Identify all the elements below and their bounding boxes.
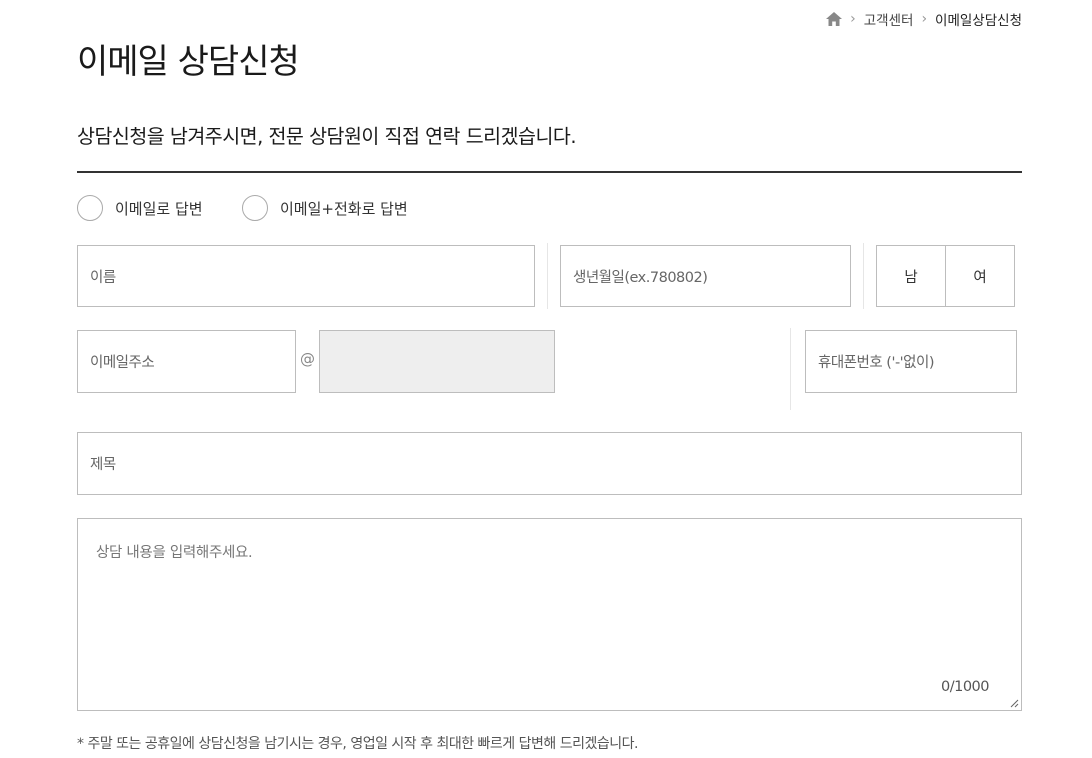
- gender-male-button[interactable]: 남: [877, 246, 945, 306]
- gender-toggle: 남 여: [876, 245, 1015, 307]
- phone-field[interactable]: 휴대폰번호 ('-'없이): [805, 330, 1017, 393]
- subject-field[interactable]: 제목: [77, 432, 1022, 495]
- resize-handle-icon[interactable]: [1009, 698, 1019, 708]
- weekend-notice: * 주말 또는 공휴일에 상담신청을 남기시는 경우, 영업일 시작 후 최대한…: [77, 736, 638, 752]
- at-symbol: @: [300, 350, 315, 368]
- radio-reply-email[interactable]: 이메일로 답변: [77, 194, 203, 222]
- column-divider: [790, 328, 791, 410]
- phone-placeholder: 휴대폰번호 ('-'없이): [818, 355, 935, 371]
- breadcrumb: › 고객센터 › 이메일상담신청: [826, 8, 1022, 30]
- radio-label: 이메일로 답변: [115, 199, 203, 218]
- birthdate-field[interactable]: 생년월일(ex.780802): [560, 245, 851, 307]
- page-subtitle: 상담신청을 남겨주시면, 전문 상담원이 직접 연락 드리겠습니다.: [77, 125, 577, 148]
- subject-placeholder: 제목: [90, 457, 116, 473]
- radio-label: 이메일+전화로 답변: [280, 199, 408, 218]
- column-divider: [863, 243, 864, 309]
- column-divider: [547, 243, 548, 309]
- breadcrumb-customer-center[interactable]: 고객센터: [864, 9, 914, 29]
- radio-circle[interactable]: [242, 195, 268, 221]
- divider: [77, 171, 1022, 173]
- email-local-field[interactable]: 이메일주소: [77, 330, 296, 393]
- home-icon[interactable]: [826, 12, 843, 26]
- radio-circle[interactable]: [77, 195, 103, 221]
- name-placeholder: 이름: [90, 269, 116, 286]
- gender-female-button[interactable]: 여: [945, 246, 1014, 306]
- content-placeholder: 상담 내용을 입력해주세요.: [96, 545, 253, 561]
- chevron-right-icon: ›: [921, 11, 928, 27]
- email-placeholder: 이메일주소: [90, 355, 155, 371]
- page-title: 이메일 상담신청: [77, 42, 300, 82]
- breadcrumb-current: 이메일상담신청: [935, 13, 1022, 29]
- character-counter: 0/1000: [940, 679, 990, 695]
- content-textarea[interactable]: 상담 내용을 입력해주세요. 0/1000: [77, 518, 1022, 711]
- email-domain-field[interactable]: [319, 330, 555, 393]
- name-field[interactable]: 이름: [77, 245, 535, 307]
- radio-reply-email-phone[interactable]: 이메일+전화로 답변: [242, 194, 408, 222]
- chevron-right-icon: ›: [850, 11, 856, 27]
- birthdate-placeholder: 생년월일(ex.780802): [573, 269, 708, 286]
